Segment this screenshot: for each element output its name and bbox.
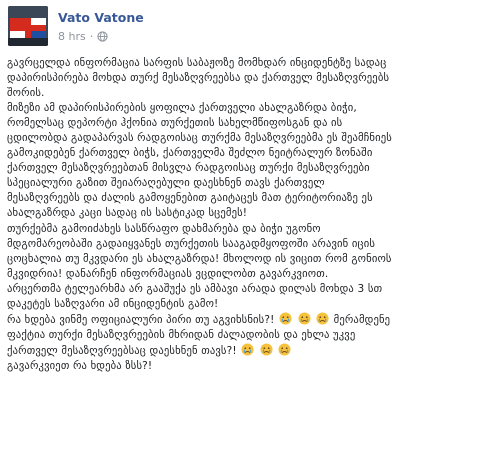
post-text-line: მდგომარეობაში გადაიყვანეს თურქეთის სააგა… [7,237,376,250]
author-avatar[interactable] [8,6,48,46]
crying-face-emoji [278,343,291,356]
post-text-line: მკვიდრია! დანარჩენ ინფორმაციას ვცდილობთ … [7,267,329,280]
crying-face-emoji [316,312,329,325]
post-header: Vato Vatone 8 hrs · [8,6,488,50]
post-text-line: არცერთმა ტელეარხმა არ გააშუქა ეს ამბავი … [7,282,383,295]
post-timestamp[interactable]: 8 hrs [58,30,86,43]
post-text-line: სპეციალური გაზით შეიარაღებული დაესხნენ თ… [7,177,325,190]
post-meta: 8 hrs · [58,29,108,43]
crying-face-emoji [260,343,273,356]
post-text-line-with-emoji: ქართველ მესაზღვრეებსაც დაესხნენ თავს?! [7,343,491,359]
post-text-line: შორის. [7,87,45,100]
post-text-line: დაკეტეს საზღვარი ამ ინციდენტის გამო! [7,297,219,310]
crying-face-emoji [279,312,292,325]
meta-separator: · [89,29,94,43]
post-text-line: მესაზღვრეებს და ძალის გამოყენებით გაიტაც… [7,192,373,205]
post-text-line: თურქებმა გამოიძახეს სასწრაფო დახმარება დ… [7,222,321,235]
post-text-line: ფაქტია თურქი მესაზღვრეების მხრიდან ძალად… [7,328,356,341]
facebook-post: Vato Vatone 8 hrs · გავრცელდა ინფორმაცია… [0,0,495,460]
post-text-fragment: რა ხდება ვინმე ოფიციალური პირი თუ აგვიხს… [7,313,275,326]
emoji-group [278,312,330,328]
globe-icon[interactable] [97,30,108,42]
post-text-line: რომელსაც დეპორტი ჰქონია თურქეთის სახელმწ… [7,117,343,130]
crying-face-emoji [298,312,311,325]
post-text-line-with-emoji: რა ხდება ვინმე ოფიციალური პირი თუ აგვიხს… [7,312,491,328]
author-name[interactable]: Vato Vatone [58,10,144,25]
crying-face-emoji [241,343,254,356]
post-text-line: გავარკვიეთ რა ხდება ზსს?! [7,359,153,372]
post-body: გავრცელდა ინფორმაცია სარფის საბაჟოზე მომ… [7,56,491,374]
post-text-line: ცდილობდა გადაპარვას რადგოისაც თურქმა მეს… [7,132,392,145]
post-text-line: დაპირისპირება მოხდა თურქ მესაზღვრეებსა დ… [7,72,390,85]
post-text-line: გავრცელდა ინფორმაცია სარფის საბაჟოზე მომ… [7,57,387,69]
post-text-line: მიზეზი ამ დაპირისპირების ყოფილა ქართველი… [7,102,357,115]
post-text-fragment: ქართველ მესაზღვრეებსაც დაესხნენ თავს?! [7,344,237,357]
post-text-line: ქართველ მესაზღვრეებთან მისვლა რადგოისაც … [7,162,370,175]
post-text-line: გამოკიდებენ ქართველ ბიჭს, ქართველმა შეძლ… [7,147,373,160]
post-text-line: ახალგაზრდა კაცი სადაც ის სასტიკად სცემეს… [7,207,248,220]
emoji-group [240,343,292,359]
post-text-line: ცოცხალია თუ მკვდარი ეს ახალგაზრდა! მხოლო… [7,252,392,265]
profile-avatar-flag [8,6,48,46]
post-text-fragment: მერამდენე [333,313,391,326]
